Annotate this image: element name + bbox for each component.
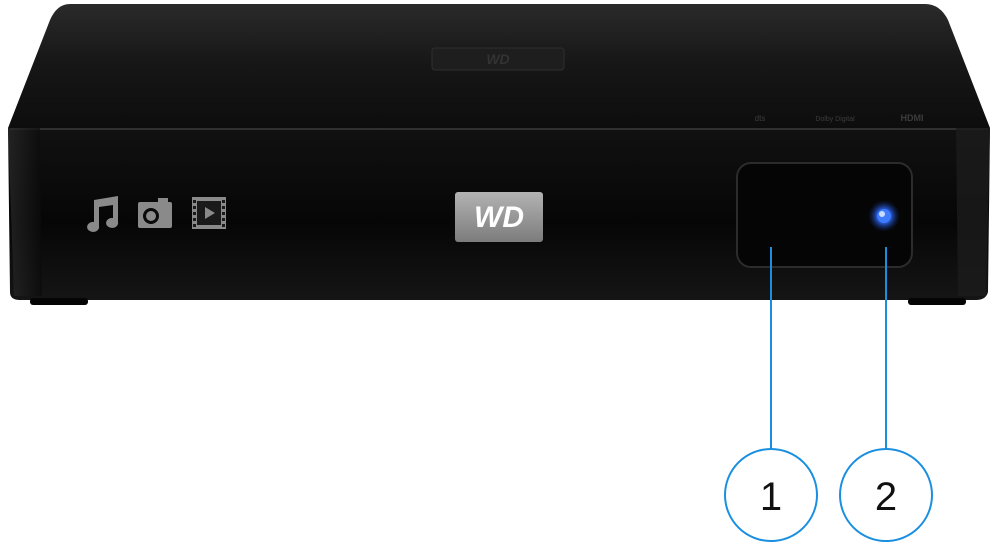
badge-hdmi: HDMI — [901, 113, 924, 123]
wd-logo-text: WD — [474, 201, 524, 234]
callout-2: 2 — [839, 448, 933, 542]
badge-dts: dts — [755, 114, 766, 123]
svg-text:WD: WD — [486, 51, 509, 67]
callout-1: 1 — [724, 448, 818, 542]
camera-photo-icon — [138, 198, 172, 228]
power-led — [868, 200, 900, 232]
wd-logo: WD — [455, 192, 543, 242]
film-play-icon — [192, 197, 226, 229]
device-diagram: WD dts Dolby Digital HDMI WD 1 2 — [8, 4, 990, 542]
left-foot — [30, 298, 88, 305]
callout-number-2: 2 — [875, 475, 897, 519]
media-player-device: WD dts Dolby Digital HDMI WD — [8, 4, 990, 305]
callout-number-1: 1 — [760, 475, 782, 519]
right-foot — [908, 298, 966, 305]
badge-dolby: Dolby Digital — [815, 116, 855, 123]
